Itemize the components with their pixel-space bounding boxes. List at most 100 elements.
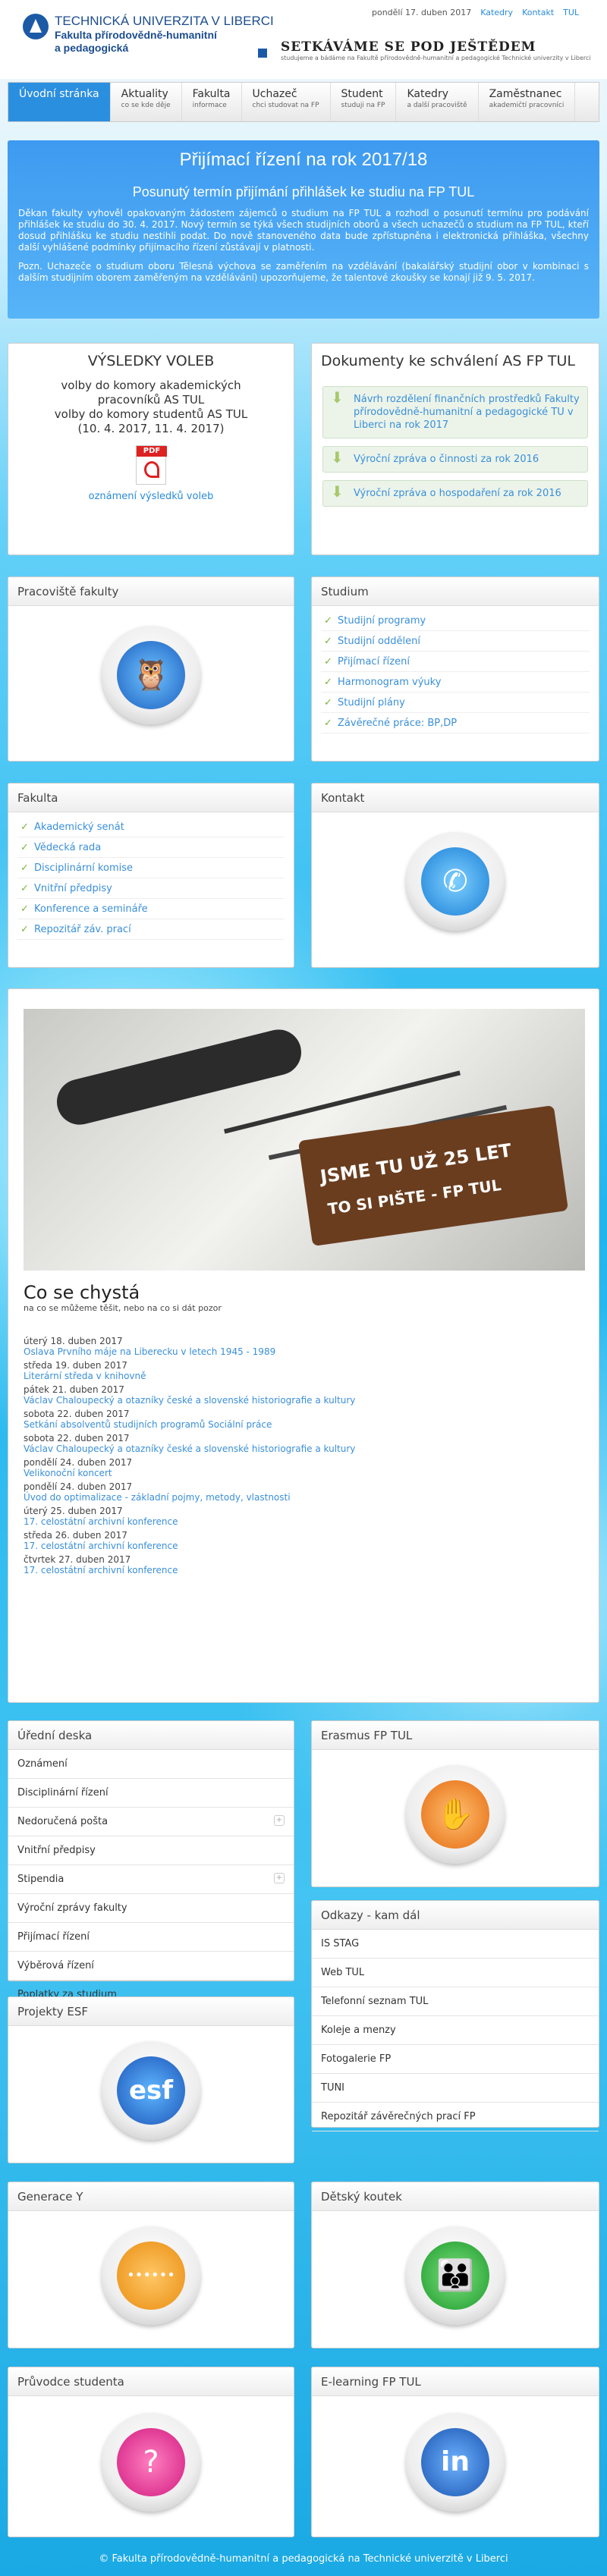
pdf-icon[interactable]: PDF bbox=[136, 445, 167, 485]
erasmus-box: Erasmus FP TUL ✋ bbox=[311, 1720, 599, 1887]
featured-photo[interactable]: JSME TU UŽ 25 LET TO SI PIŠTE - FP TUL bbox=[24, 1009, 585, 1271]
main-nav: Úvodní stránka Aktuality co se kde děje F… bbox=[8, 82, 599, 122]
university-name: TECHNICKÁ UNIVERZITA V LIBERCI bbox=[55, 14, 274, 28]
nav-label: Zaměstnanec bbox=[489, 88, 562, 100]
nav-sub: informace bbox=[192, 102, 227, 109]
studium-item[interactable]: Přijímací řízení bbox=[321, 652, 590, 672]
nav-sub: a další pracoviště bbox=[407, 102, 467, 109]
event-link[interactable]: Václav Chaloupecký a otazníky české a sl… bbox=[24, 1444, 585, 1454]
document-item[interactable]: Výroční zpráva o hospodaření za rok 2016 bbox=[322, 480, 588, 507]
faculty-name-1: Fakulta přírodovědně-humanitní bbox=[55, 29, 217, 41]
odkazy-item[interactable]: Repozitář závěrečných prací FP bbox=[312, 2103, 599, 2131]
event-date: sobota 22. duben 2017 bbox=[24, 1433, 130, 1444]
slogan-square-icon bbox=[258, 49, 267, 58]
expand-icon[interactable]: + bbox=[274, 1815, 285, 1826]
link-katedry[interactable]: Katedry bbox=[480, 8, 513, 17]
link-kontakt[interactable]: Kontakt bbox=[522, 8, 554, 17]
student-guide-icon[interactable]: ? bbox=[102, 2413, 200, 2512]
nav-label: Úvodní stránka bbox=[19, 88, 99, 100]
event-link[interactable]: Velikonoční koncert bbox=[24, 1468, 585, 1478]
document-item[interactable]: Návrh rozdělení finančních prostředků Fa… bbox=[322, 386, 588, 438]
document-item[interactable]: Výroční zpráva o činnosti za rok 2016 bbox=[322, 446, 588, 473]
notice-paragraph-2: Pozn. Uchazeče o studium oboru Tělesná v… bbox=[18, 261, 589, 283]
fakulta-item[interactable]: Akademický senát bbox=[17, 817, 285, 837]
nav-sub: studuji na FP bbox=[341, 102, 385, 109]
nav-katedry[interactable]: Katedry a další pracoviště bbox=[396, 83, 479, 121]
phone-icon[interactable]: ✆ bbox=[406, 832, 505, 931]
election-results-link[interactable]: oznámení výsledků voleb bbox=[89, 491, 214, 502]
event-date: středa 19. duben 2017 bbox=[24, 1360, 127, 1371]
event-date: úterý 25. duben 2017 bbox=[24, 1506, 123, 1516]
documents-box: Dokumenty ke schválení AS FP TUL Návrh r… bbox=[311, 343, 599, 555]
header: TECHNICKÁ UNIVERZITA V LIBERCI Fakulta p… bbox=[0, 0, 607, 79]
studium-item[interactable]: Harmonogram výuky bbox=[321, 672, 590, 693]
odkazy-item[interactable]: IS STAG bbox=[312, 1930, 599, 1959]
fakulta-item[interactable]: Repozitář záv. prací bbox=[17, 919, 285, 940]
link-tul[interactable]: TUL bbox=[563, 8, 579, 17]
studium-item[interactable]: Studijní plány bbox=[321, 693, 590, 713]
nav-zamestnanec[interactable]: Zaměstnanec akademičtí pracovníci bbox=[479, 83, 576, 121]
event-link[interactable]: Literární středa v knihovně bbox=[24, 1371, 585, 1381]
esf-icon[interactable]: esf bbox=[102, 2041, 200, 2140]
event-date: úterý 18. duben 2017 bbox=[24, 1336, 123, 1346]
odkazy-title: Odkazy - kam dál bbox=[312, 1901, 599, 1930]
fakulta-box: Fakulta Akademický senát Vědecká rada Di… bbox=[8, 783, 294, 968]
tul-logo[interactable]: TECHNICKÁ UNIVERZITA V LIBERCI Fakulta p… bbox=[23, 14, 274, 55]
odkazy-item[interactable]: Koleje a menzy bbox=[312, 2016, 599, 2045]
odkazy-item[interactable]: TUNI bbox=[312, 2074, 599, 2103]
odkazy-item[interactable]: Web TUL bbox=[312, 1959, 599, 1987]
kids-icon[interactable]: 👪 bbox=[406, 2226, 505, 2325]
fakulta-item[interactable]: Vnitřní předpisy bbox=[17, 878, 285, 899]
deska-item[interactable]: Disciplinární řízení bbox=[8, 1779, 294, 1808]
owl-glyph: 🦉 bbox=[132, 658, 170, 693]
elearning-icon[interactable]: in bbox=[406, 2413, 505, 2512]
events-list: úterý 18. duben 2017 Oslava Prvního máje … bbox=[24, 1336, 585, 1575]
deska-box: Úřední deska Oznámení Disciplinární říze… bbox=[8, 1720, 294, 2009]
fakulta-title: Fakulta bbox=[8, 784, 294, 812]
expand-icon[interactable]: + bbox=[274, 1873, 285, 1883]
elearning-title: E-learning FP TUL bbox=[312, 2367, 599, 2396]
deska-item-label: Přijímací řízení bbox=[17, 1931, 90, 1943]
nav-student[interactable]: Student studuji na FP bbox=[331, 83, 397, 121]
owl-icon[interactable]: 🦉 bbox=[102, 626, 200, 724]
slogan-title: SETKÁVÁME SE POD JEŠTĚDEM bbox=[281, 39, 536, 55]
event-link[interactable]: 17. celostátní archivní konference bbox=[24, 1541, 585, 1551]
event-link[interactable]: Václav Chaloupecký a otazníky české a sl… bbox=[24, 1395, 585, 1406]
nav-home[interactable]: Úvodní stránka bbox=[8, 83, 111, 121]
election-line-3: (10. 4. 2017, 11. 4. 2017) bbox=[77, 422, 225, 435]
footer: © Fakulta přírodovědně-humanitní a pedag… bbox=[99, 2553, 508, 2565]
fakulta-item[interactable]: Konference a semináře bbox=[17, 899, 285, 919]
studium-item[interactable]: Studijní programy bbox=[321, 611, 590, 631]
event-link[interactable]: 17. celostátní archivní konference bbox=[24, 1565, 585, 1575]
event-link[interactable]: Setkání absolventů studijních programů S… bbox=[24, 1419, 585, 1430]
nav-sub: chci studovat na FP bbox=[252, 102, 319, 109]
nav-label: Uchazeč bbox=[252, 88, 297, 100]
nav-fakulta[interactable]: Fakulta informace bbox=[182, 83, 242, 121]
deska-item-label: Oznámení bbox=[17, 1758, 68, 1770]
fakulta-item[interactable]: Vědecká rada bbox=[17, 837, 285, 858]
elearning-box: E-learning FP TUL in bbox=[311, 2367, 599, 2537]
studium-item[interactable]: Studijní oddělení bbox=[321, 631, 590, 652]
nav-uchazec[interactable]: Uchazeč chci studovat na FP bbox=[242, 83, 331, 121]
deska-item[interactable]: Výroční zprávy fakulty bbox=[8, 1894, 294, 1923]
generace-icon[interactable]: •••••• bbox=[102, 2226, 200, 2325]
fakulta-item[interactable]: Disciplinární komise bbox=[17, 858, 285, 878]
nav-aktuality[interactable]: Aktuality co se kde děje bbox=[111, 83, 182, 121]
deska-item[interactable]: Vnitřní předpisy bbox=[8, 1836, 294, 1865]
nav-label: Katedry bbox=[407, 88, 448, 100]
event-link[interactable]: 17. celostátní archivní konference bbox=[24, 1516, 585, 1527]
deska-item[interactable]: Stipendia + bbox=[8, 1865, 294, 1894]
election-results-box: VÝSLEDKY VOLEB volby do komory akademick… bbox=[8, 343, 294, 555]
odkazy-item[interactable]: Fotogalerie FP bbox=[312, 2045, 599, 2074]
deska-item[interactable]: Nedoručená pošta + bbox=[8, 1808, 294, 1836]
studium-item[interactable]: Závěrečné práce: BP,DP bbox=[321, 713, 590, 734]
deska-item[interactable]: Oznámení bbox=[8, 1750, 294, 1779]
odkazy-item[interactable]: Telefonní seznam TUL bbox=[312, 1987, 599, 2016]
event-link[interactable]: Úvod do optimalizace - základní pojmy, m… bbox=[24, 1492, 585, 1503]
erasmus-hand-icon[interactable]: ✋ bbox=[406, 1765, 505, 1864]
nav-label: Fakulta bbox=[192, 88, 231, 100]
deska-item[interactable]: Výběrová řízení bbox=[8, 1952, 294, 1981]
deska-item[interactable]: Přijímací řízení bbox=[8, 1923, 294, 1952]
deska-item-label: Výroční zprávy fakulty bbox=[17, 1902, 127, 1914]
event-link[interactable]: Oslava Prvního máje na Liberecku v letec… bbox=[24, 1346, 585, 1357]
